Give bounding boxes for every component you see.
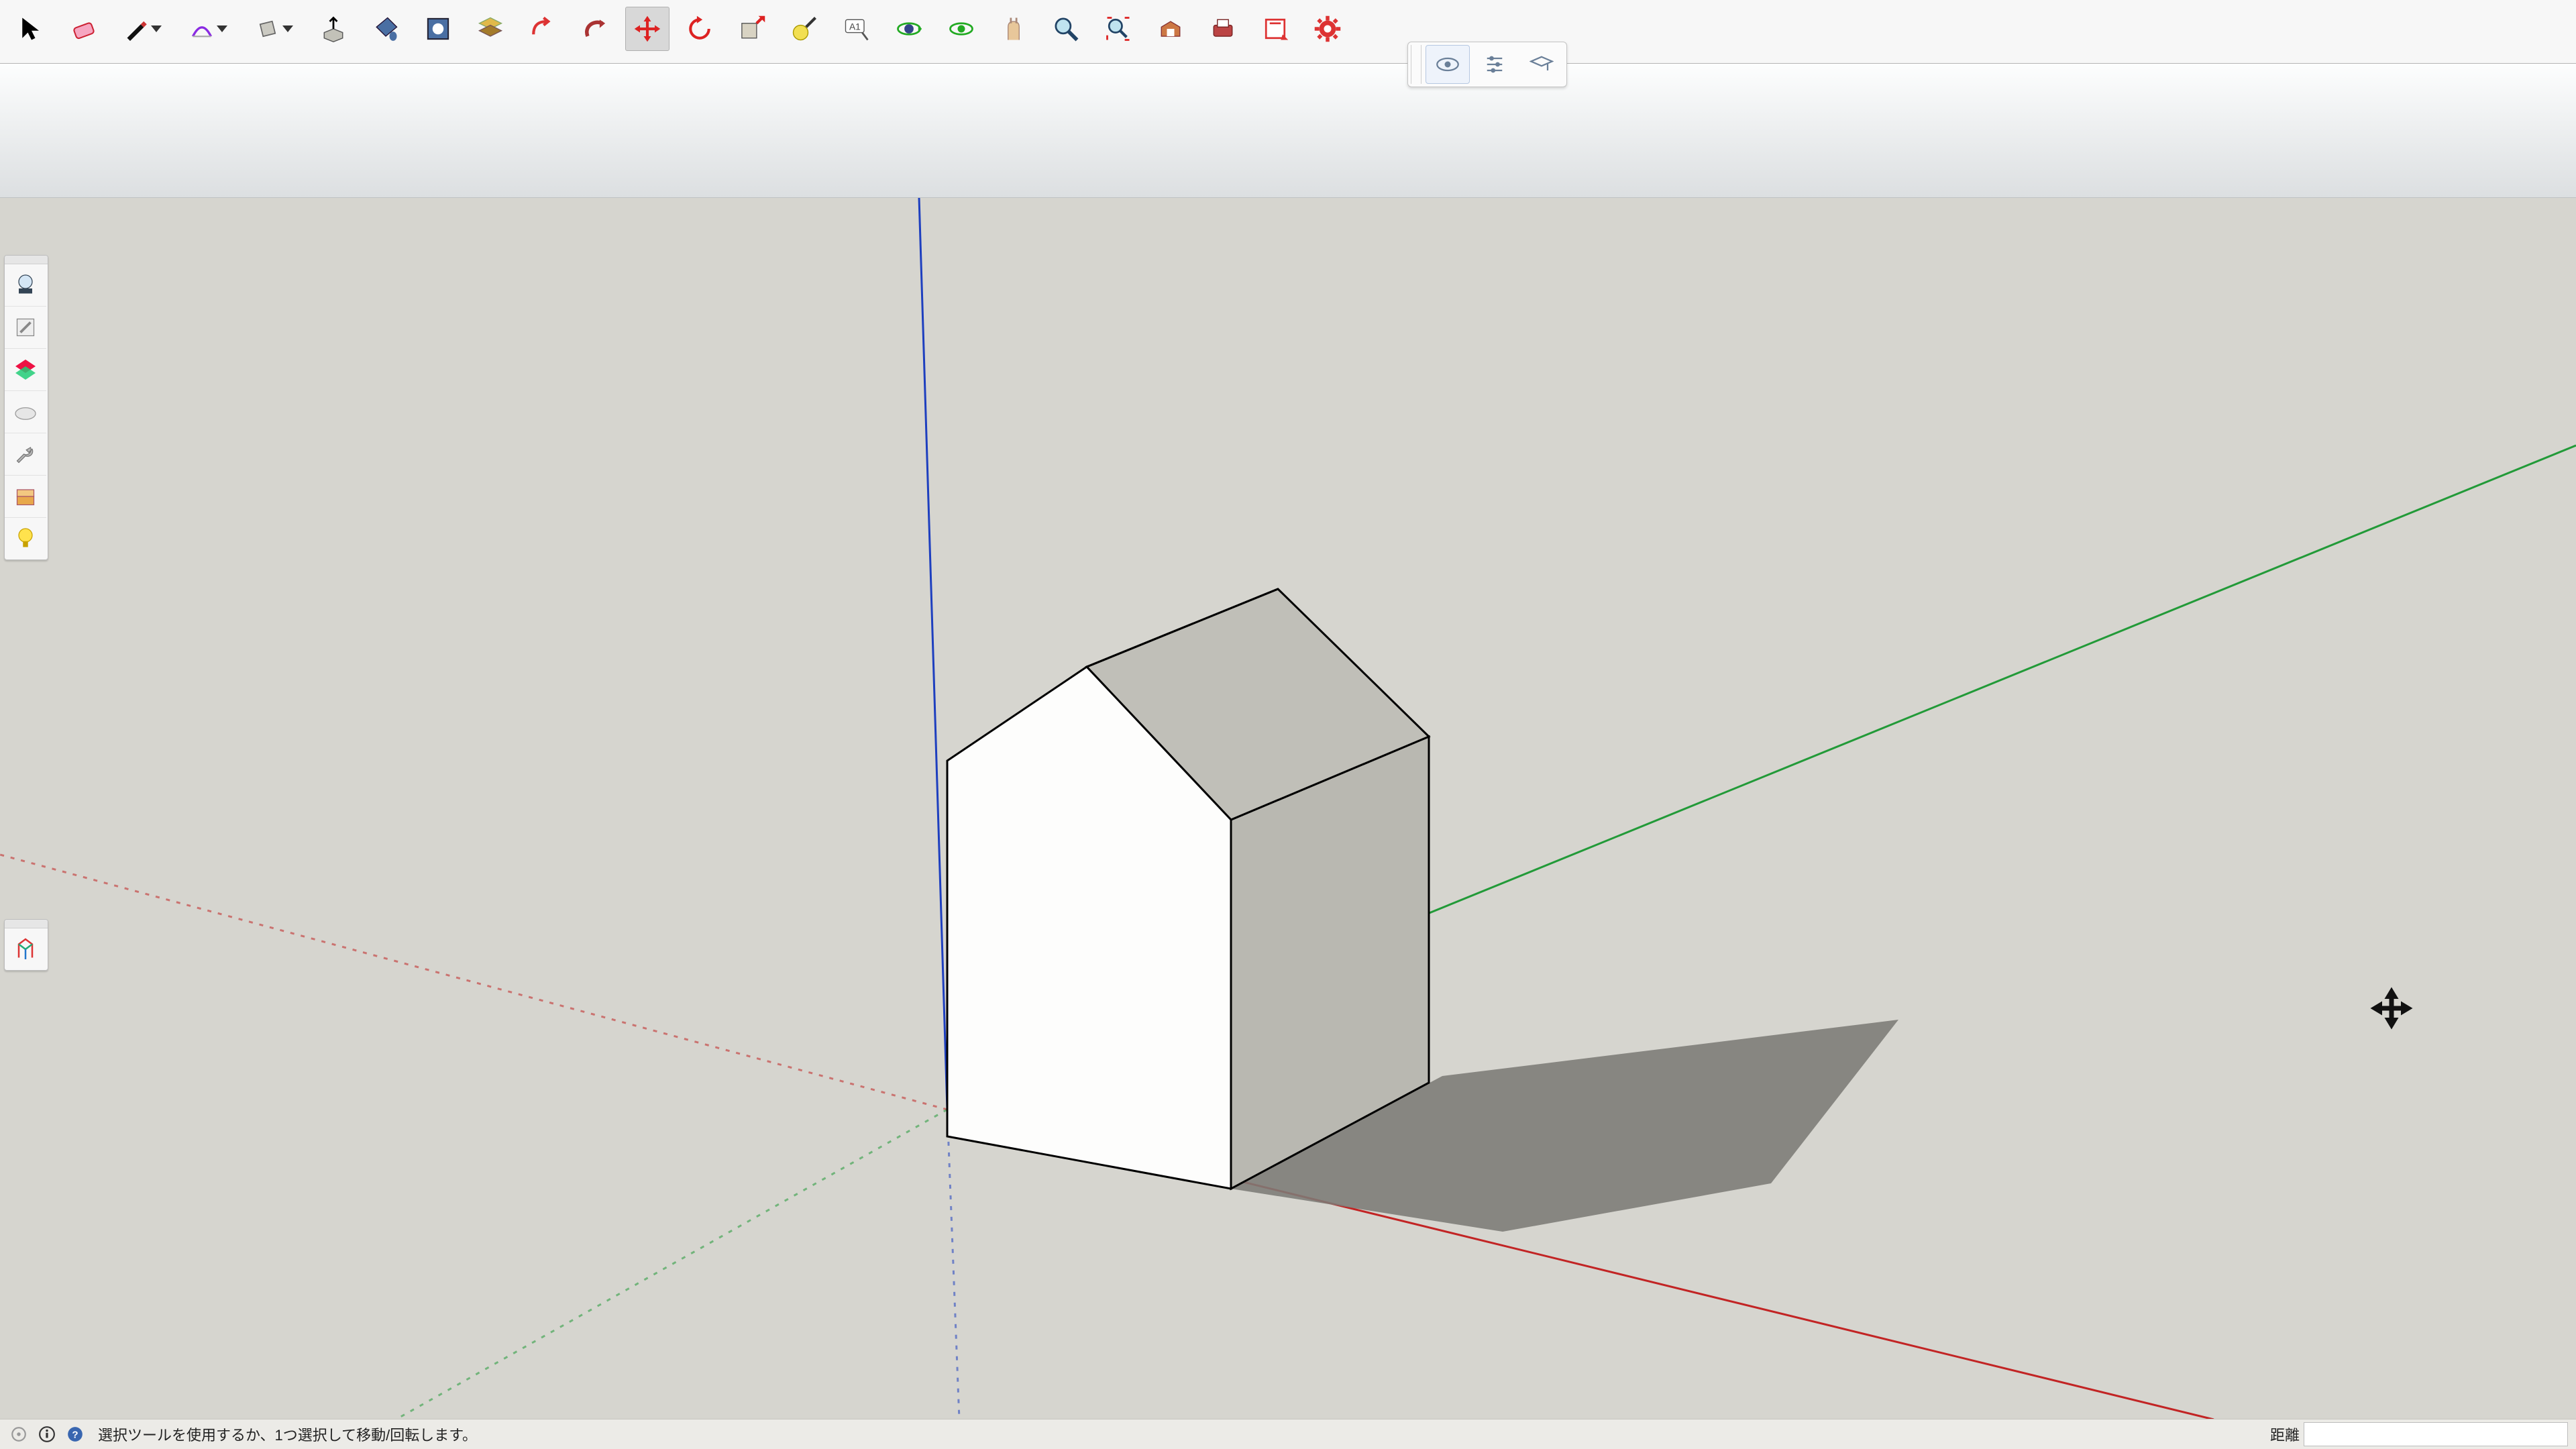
section-tool[interactable] <box>416 7 460 51</box>
tape-tool[interactable] <box>782 7 826 51</box>
paint-tool[interactable] <box>364 7 408 51</box>
wrench-button[interactable] <box>5 433 46 476</box>
pan-tool[interactable] <box>939 7 983 51</box>
move-tool[interactable] <box>625 7 669 51</box>
settings-sliders-button[interactable] <box>1472 45 1517 84</box>
warehouse-tool[interactable] <box>1148 7 1193 51</box>
rotate-tool[interactable] <box>678 7 722 51</box>
material-edit-button[interactable] <box>5 307 46 349</box>
select-tool[interactable] <box>9 7 54 51</box>
left-secondary-tray[interactable] <box>4 919 48 971</box>
eraser-tool[interactable] <box>62 7 106 51</box>
environment-button[interactable] <box>5 391 46 433</box>
measurement-label: 距離 <box>2270 1424 2304 1445</box>
top-toolbar: A1 <box>0 0 2576 64</box>
chevron-down-icon <box>282 25 293 32</box>
zoom-extents-tool[interactable] <box>1096 7 1140 51</box>
chevron-down-icon <box>151 25 162 32</box>
render-button[interactable] <box>5 264 46 307</box>
grip-icon[interactable] <box>5 256 48 264</box>
graduation-button[interactable] <box>1519 45 1564 84</box>
offset-tool[interactable] <box>521 7 565 51</box>
left-plugin-tray[interactable] <box>4 255 48 560</box>
help-icon[interactable]: ? <box>64 1424 86 1445</box>
header-spacer <box>0 63 2576 198</box>
rectangle-tool[interactable] <box>246 7 303 51</box>
scene-canvas <box>0 197 2576 1419</box>
status-bar: ? 選択ツールを使用するか、1つ選択して移動/回転します。 距離 <box>0 1419 2576 1449</box>
walk-tool[interactable] <box>991 7 1036 51</box>
arc-tool[interactable] <box>180 7 237 51</box>
status-hint-text: 選択ツールを使用するか、1つ選択して移動/回転します。 <box>98 1424 477 1445</box>
orbit-tool[interactable] <box>887 7 931 51</box>
chevron-down-icon <box>217 25 227 32</box>
geolocation-icon[interactable] <box>8 1424 30 1445</box>
plugin-button[interactable] <box>5 928 46 970</box>
viewmode-float-toolbar <box>1407 42 1567 87</box>
svg-text:?: ? <box>72 1429 78 1440</box>
followme-tool[interactable] <box>573 7 617 51</box>
pushpull-tool[interactable] <box>311 7 356 51</box>
viewport-3d[interactable] <box>0 197 2576 1419</box>
line-tool[interactable] <box>114 7 172 51</box>
layout-tool[interactable] <box>1253 7 1297 51</box>
lightbulb-button[interactable] <box>5 518 46 559</box>
zoom-tool[interactable] <box>1044 7 1088 51</box>
toolbar-row: A1 <box>0 0 1359 54</box>
svg-text:A1: A1 <box>849 21 861 32</box>
settings-tool[interactable] <box>1305 7 1350 51</box>
measurement-input[interactable] <box>2304 1422 2568 1446</box>
view-eye-button[interactable] <box>1426 45 1470 84</box>
resources-button[interactable] <box>5 476 46 518</box>
layers-tool[interactable] <box>468 7 513 51</box>
text-tool[interactable]: A1 <box>835 7 879 51</box>
grip-icon[interactable] <box>1411 45 1421 84</box>
materials-button[interactable] <box>5 349 46 391</box>
scale-tool[interactable] <box>730 7 774 51</box>
info-icon[interactable] <box>36 1424 58 1445</box>
grip-icon[interactable] <box>5 920 48 928</box>
print-tool[interactable] <box>1201 7 1245 51</box>
